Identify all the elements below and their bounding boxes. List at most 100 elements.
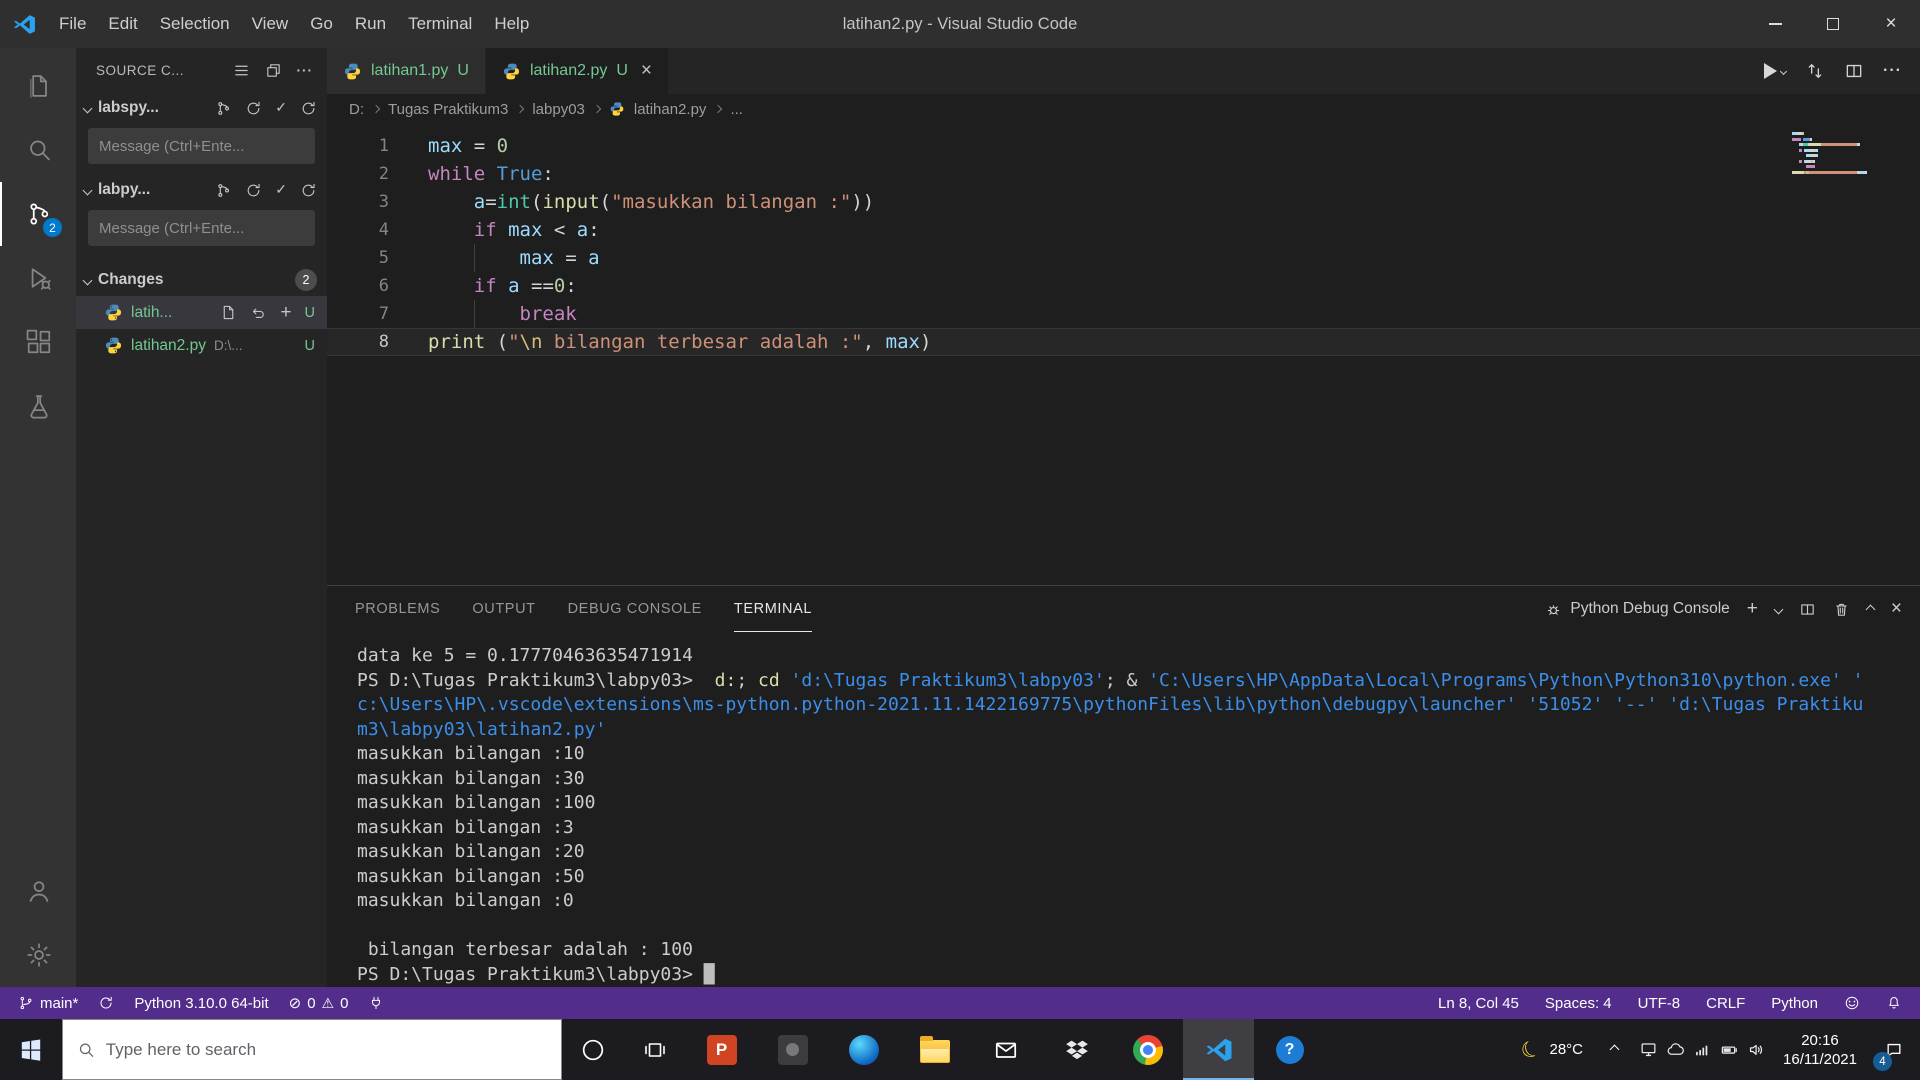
- notifications-bell-icon[interactable]: [1886, 995, 1902, 1011]
- terminal-dropdown-icon[interactable]: [1773, 604, 1784, 614]
- tray-expand-button[interactable]: [1595, 1019, 1633, 1080]
- taskbar-dropbox[interactable]: [1041, 1019, 1112, 1080]
- changed-file-row[interactable]: latihan2.py D:\... U: [76, 329, 327, 362]
- encoding-status[interactable]: UTF-8: [1638, 995, 1681, 1012]
- taskbar-search[interactable]: [62, 1019, 562, 1080]
- settings-gear-icon[interactable]: [0, 923, 76, 987]
- search-input[interactable]: [105, 1039, 547, 1060]
- breadcrumb-item[interactable]: D:: [349, 101, 364, 118]
- tray-monitor-icon[interactable]: [1639, 1040, 1658, 1059]
- tray-network-icon[interactable]: [1693, 1040, 1712, 1059]
- repo-row-labpy[interactable]: labpy...: [76, 174, 327, 206]
- new-terminal-icon[interactable]: [1747, 598, 1758, 620]
- code-editor[interactable]: 1 max = 0 2 while True: 3 a=int(input("masuk…: [327, 124, 1920, 585]
- indentation-status[interactable]: Spaces: 4: [1545, 995, 1612, 1012]
- panel-tab-terminal[interactable]: TERMINAL: [733, 586, 813, 632]
- line-number[interactable]: 6: [327, 272, 389, 300]
- account-icon[interactable]: [0, 859, 76, 923]
- more-actions-icon[interactable]: [297, 63, 314, 78]
- sync-icon[interactable]: [245, 182, 262, 199]
- line-number[interactable]: 7: [327, 300, 389, 328]
- menu-terminal[interactable]: Terminal: [397, 0, 483, 48]
- taskbar-get-help[interactable]: [1254, 1019, 1325, 1080]
- restore-button[interactable]: [1804, 0, 1862, 48]
- panel-tab-problems[interactable]: PROBLEMS: [355, 586, 440, 632]
- explorer-icon[interactable]: [0, 54, 76, 118]
- taskbar-weather[interactable]: 28°C: [1509, 1019, 1595, 1080]
- line-number[interactable]: 8: [327, 328, 389, 356]
- repo-row-labspy[interactable]: labspy...: [76, 92, 327, 124]
- tab-latihan2[interactable]: latihan2.py U: [485, 48, 670, 94]
- python-interpreter-status[interactable]: Python 3.10.0 64-bit: [134, 995, 268, 1012]
- sync-icon[interactable]: [245, 100, 262, 117]
- line-number[interactable]: 2: [327, 160, 389, 188]
- taskbar-edge[interactable]: [828, 1019, 899, 1080]
- breadcrumb-item[interactable]: latihan2.py: [634, 101, 707, 118]
- menu-file[interactable]: File: [48, 0, 97, 48]
- discard-changes-icon[interactable]: [250, 304, 267, 321]
- problems-status[interactable]: 0 0: [289, 994, 348, 1012]
- line-number[interactable]: 3: [327, 188, 389, 216]
- minimap[interactable]: [1792, 132, 1904, 176]
- menu-selection[interactable]: Selection: [149, 0, 241, 48]
- tray-volume-icon[interactable]: [1747, 1040, 1766, 1059]
- cortana-button[interactable]: [562, 1019, 624, 1080]
- close-button[interactable]: [1862, 0, 1920, 48]
- commit-message-input[interactable]: [88, 210, 315, 246]
- tray-onedrive-cloud-icon[interactable]: [1666, 1040, 1685, 1059]
- line-number[interactable]: 5: [327, 244, 389, 272]
- code-line[interactable]: 5 max = a: [327, 244, 1920, 272]
- close-tab-icon[interactable]: [641, 60, 652, 82]
- minimize-button[interactable]: [1746, 0, 1804, 48]
- menu-run[interactable]: Run: [344, 0, 397, 48]
- taskbar-pinned-app[interactable]: [757, 1019, 828, 1080]
- start-button[interactable]: [0, 1019, 62, 1080]
- eol-status[interactable]: CRLF: [1706, 995, 1745, 1012]
- run-python-file-icon[interactable]: [1764, 63, 1788, 79]
- code-line[interactable]: 7 break: [327, 300, 1920, 328]
- commit-message-input[interactable]: [88, 128, 315, 164]
- stage-changes-icon[interactable]: [280, 302, 291, 324]
- terminal-shell-selector[interactable]: Python Debug Console: [1545, 600, 1730, 618]
- sync-changes-icon[interactable]: [1805, 61, 1825, 81]
- breadcrumb-item[interactable]: Tugas Praktikum3: [388, 101, 508, 118]
- repositories-icon[interactable]: [265, 62, 282, 79]
- editor-more-actions-icon[interactable]: [1883, 62, 1902, 80]
- commit-graph-icon[interactable]: [215, 182, 232, 199]
- taskbar-mail[interactable]: [970, 1019, 1041, 1080]
- feedback-smiley-icon[interactable]: [1844, 995, 1860, 1011]
- tray-battery-icon[interactable]: [1720, 1040, 1739, 1059]
- changed-file-row[interactable]: latih... U: [76, 296, 327, 329]
- debugpy-plug-icon[interactable]: [368, 995, 384, 1011]
- search-icon[interactable]: [0, 118, 76, 182]
- taskbar-file-explorer[interactable]: [899, 1019, 970, 1080]
- tab-latihan1[interactable]: latihan1.py U: [327, 48, 486, 94]
- taskbar-chrome[interactable]: [1112, 1019, 1183, 1080]
- open-file-icon[interactable]: [220, 304, 237, 321]
- menu-go[interactable]: Go: [299, 0, 344, 48]
- extensions-icon[interactable]: [0, 310, 76, 374]
- source-control-icon[interactable]: 2: [0, 182, 76, 246]
- split-terminal-icon[interactable]: [1799, 601, 1816, 618]
- panel-tab-output[interactable]: OUTPUT: [472, 586, 535, 632]
- task-view-button[interactable]: [624, 1019, 686, 1080]
- code-line[interactable]: 1 max = 0: [327, 132, 1920, 160]
- code-line[interactable]: 8 print ("\n bilangan terbesar adalah :",…: [327, 328, 1920, 356]
- taskbar-powerpoint[interactable]: [686, 1019, 757, 1080]
- run-debug-icon[interactable]: [0, 246, 76, 310]
- close-panel-icon[interactable]: [1891, 598, 1902, 620]
- action-center-button[interactable]: 4: [1868, 1019, 1920, 1080]
- line-number[interactable]: 4: [327, 216, 389, 244]
- test-flask-icon[interactable]: [0, 374, 76, 438]
- view-as-tree-icon[interactable]: [233, 62, 250, 79]
- changes-section-header[interactable]: Changes 2: [76, 264, 327, 296]
- menu-edit[interactable]: Edit: [97, 0, 148, 48]
- code-line[interactable]: 2 while True:: [327, 160, 1920, 188]
- taskbar-vscode[interactable]: [1183, 1019, 1254, 1080]
- language-mode-status[interactable]: Python: [1771, 995, 1818, 1012]
- sync-icon[interactable]: [98, 995, 114, 1011]
- kill-terminal-icon[interactable]: [1833, 601, 1850, 618]
- commit-check-icon[interactable]: [275, 99, 287, 117]
- refresh-icon[interactable]: [300, 100, 317, 117]
- maximize-panel-icon[interactable]: [1865, 604, 1876, 614]
